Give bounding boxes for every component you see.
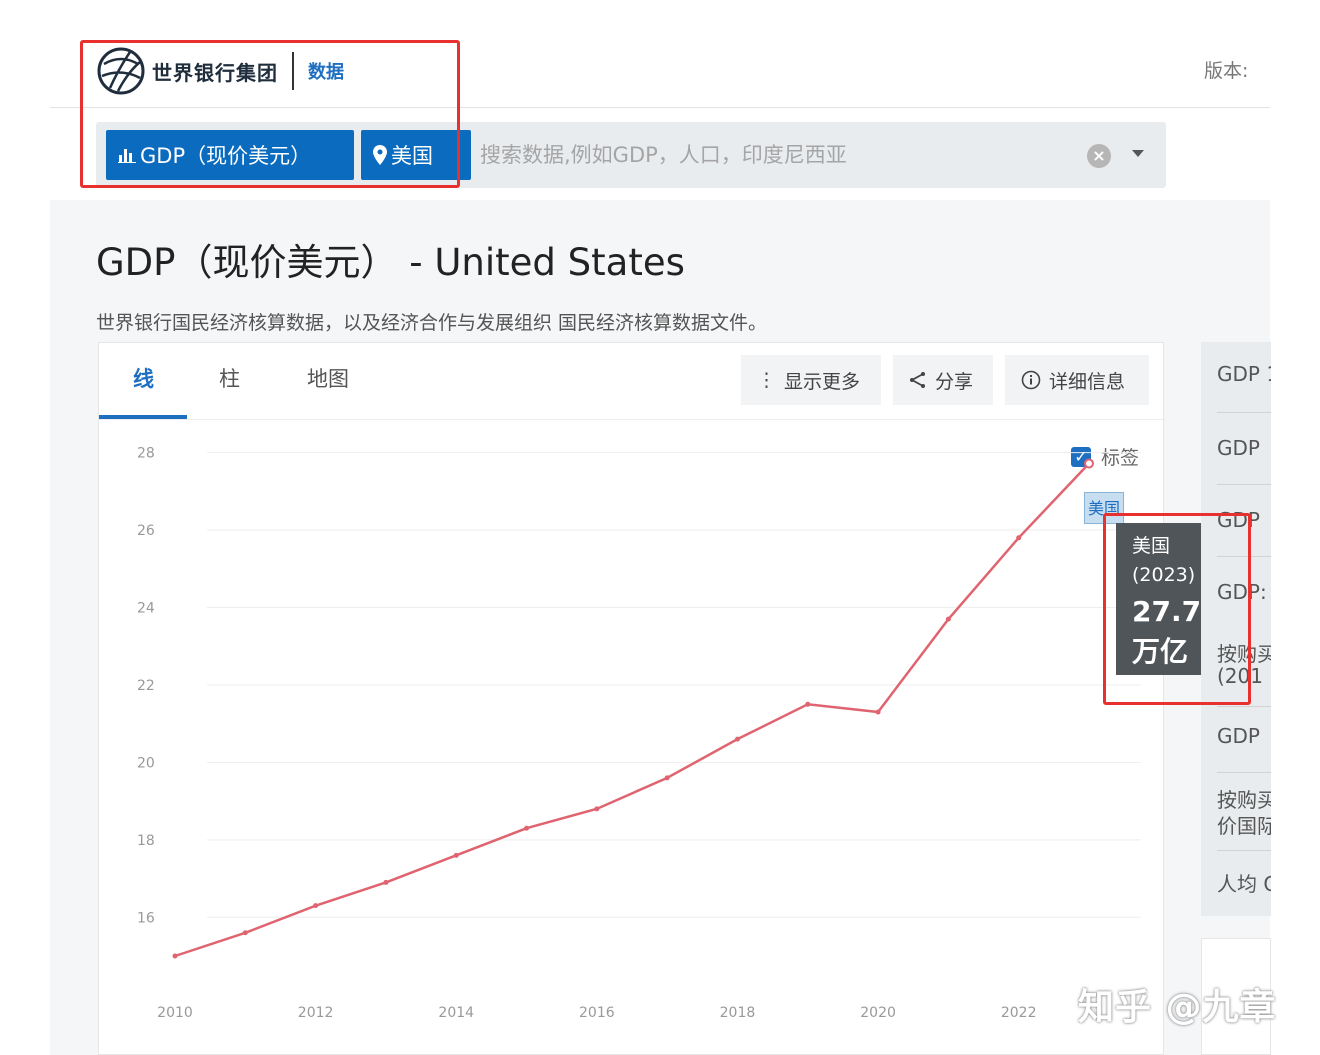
data-point bbox=[383, 879, 389, 885]
data-point bbox=[805, 701, 811, 707]
data-point bbox=[664, 775, 670, 781]
divider bbox=[1217, 412, 1271, 413]
page: 世界银行集团 数据 版本: GDP（现价美元） 美国 × GDP（现价美 bbox=[0, 0, 1320, 1055]
related-item[interactable]: 人均 G bbox=[1217, 868, 1271, 897]
data-point bbox=[875, 709, 881, 715]
y-tick-label: 28 bbox=[137, 446, 155, 462]
data-point bbox=[1016, 535, 1022, 541]
x-tick-label: 2016 bbox=[579, 1005, 615, 1021]
x-tick-label: 2012 bbox=[298, 1005, 334, 1021]
related-item[interactable]: GDP bbox=[1217, 724, 1260, 748]
related-item[interactable]: 按购买 bbox=[1217, 784, 1271, 813]
data-point bbox=[242, 930, 248, 936]
chevron-down-icon[interactable] bbox=[1132, 150, 1144, 157]
data-point bbox=[1084, 458, 1094, 469]
x-tick-label: 2018 bbox=[720, 1005, 756, 1021]
data-point bbox=[594, 806, 600, 812]
chart-card: 线 柱 地图 ⋮ 显示更多 分享 详细信息 ✓ 标签 16 18 20 22 2… bbox=[98, 342, 1165, 1055]
data-point bbox=[945, 616, 951, 622]
x-tick-label: 2020 bbox=[860, 1005, 896, 1021]
clear-icon[interactable]: × bbox=[1087, 144, 1111, 168]
divider bbox=[1217, 706, 1271, 707]
y-tick-label: 20 bbox=[137, 755, 155, 771]
data-point bbox=[313, 903, 319, 909]
page-title: GDP（现价美元） - United States bbox=[96, 241, 685, 284]
version-label[interactable]: 版本: bbox=[1204, 56, 1248, 83]
data-point bbox=[524, 825, 530, 831]
y-tick-label: 18 bbox=[137, 833, 155, 849]
y-tick-label: 24 bbox=[137, 601, 155, 617]
x-tick-label: 2014 bbox=[438, 1005, 474, 1021]
divider bbox=[1217, 772, 1271, 773]
data-point bbox=[172, 953, 178, 959]
y-tick-label: 16 bbox=[137, 910, 155, 926]
x-tick-label: 2010 bbox=[157, 1005, 193, 1021]
series-line bbox=[174, 462, 1090, 958]
y-tick-label: 26 bbox=[137, 523, 155, 539]
related-item[interactable]: 价国际 bbox=[1217, 810, 1271, 839]
data-source-note: 世界银行国民经济核算数据，以及经济合作与发展组织 国民经济核算数据文件。 bbox=[96, 312, 768, 334]
x-tick-label: 2022 bbox=[1001, 1005, 1037, 1021]
highlight-box-search bbox=[80, 40, 460, 188]
y-tick-label: 22 bbox=[137, 678, 155, 694]
data-point bbox=[734, 736, 740, 742]
search-input[interactable] bbox=[480, 132, 1070, 178]
line-chart: 161820222426282010 2012 2014 2016 2018 2020 20… bbox=[137, 446, 1141, 1021]
watermark: 知乎 @九章 bbox=[1078, 987, 1277, 1028]
divider bbox=[1217, 850, 1271, 851]
related-item[interactable]: GDP 1 bbox=[1217, 362, 1271, 386]
related-item[interactable]: GDP bbox=[1217, 436, 1260, 460]
divider bbox=[1217, 484, 1271, 485]
highlight-box-tooltip bbox=[1103, 513, 1251, 705]
data-point bbox=[453, 852, 459, 858]
